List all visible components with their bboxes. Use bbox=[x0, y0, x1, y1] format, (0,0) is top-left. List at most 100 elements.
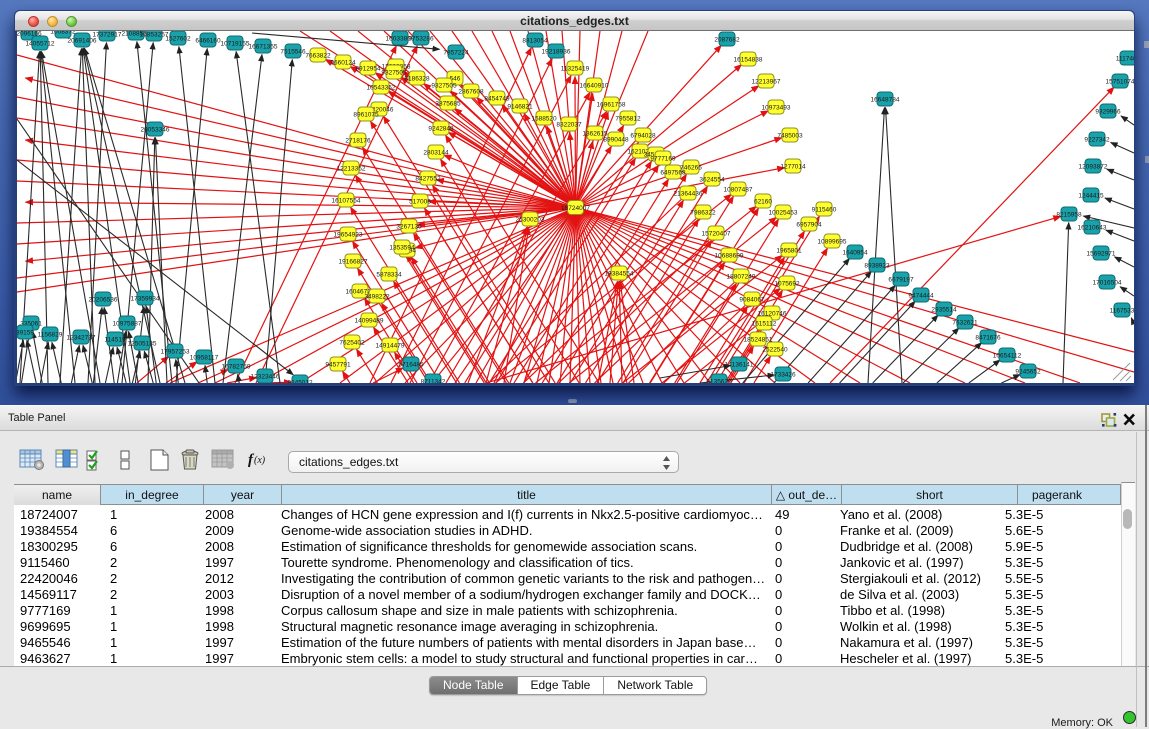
svg-text:2718176: 2718176 bbox=[345, 138, 371, 145]
svg-text:5878334: 5878334 bbox=[376, 272, 402, 279]
svg-text:20206536: 20206536 bbox=[89, 297, 118, 304]
svg-text:10688609: 10688609 bbox=[715, 253, 744, 260]
svg-text:6466160: 6466160 bbox=[195, 38, 221, 45]
svg-text:10543362: 10543362 bbox=[367, 85, 396, 92]
svg-text:7857224: 7857224 bbox=[443, 50, 469, 57]
svg-text:8961075: 8961075 bbox=[353, 112, 379, 119]
svg-text:8711342: 8711342 bbox=[421, 379, 446, 384]
svg-text:10973493: 10973493 bbox=[762, 105, 791, 112]
svg-text:9474444: 9474444 bbox=[908, 293, 934, 300]
svg-text:6679197: 6679197 bbox=[888, 277, 914, 284]
svg-text:2803144: 2803144 bbox=[423, 150, 449, 157]
svg-text:8912954: 8912954 bbox=[355, 66, 381, 73]
svg-text:1527602: 1527602 bbox=[165, 36, 191, 43]
svg-text:8427552: 8427552 bbox=[415, 176, 441, 183]
svg-text:14099489: 14099489 bbox=[355, 318, 384, 325]
svg-text:9146821: 9146821 bbox=[507, 104, 533, 111]
svg-text:7955812: 7955812 bbox=[615, 116, 641, 123]
svg-text:7663822: 7663822 bbox=[305, 53, 331, 60]
svg-text:12093872: 12093872 bbox=[1079, 164, 1108, 171]
svg-text:19218936: 19218936 bbox=[542, 49, 571, 56]
svg-text:16961758: 16961758 bbox=[597, 102, 626, 109]
svg-text:1167533: 1167533 bbox=[1110, 308, 1134, 315]
svg-text:16648784: 16648784 bbox=[871, 97, 900, 104]
svg-text:20053346: 20053346 bbox=[141, 127, 170, 134]
svg-text:9457791: 9457791 bbox=[325, 362, 351, 369]
svg-text:15751074: 15751074 bbox=[1106, 79, 1134, 86]
svg-text:16154838: 16154838 bbox=[734, 57, 763, 64]
svg-text:39159: 39159 bbox=[17, 330, 34, 337]
svg-text:114519: 114519 bbox=[104, 337, 126, 344]
svg-text:2087682: 2087682 bbox=[714, 37, 740, 44]
svg-text:21364436: 21364436 bbox=[674, 191, 703, 198]
svg-text:18807249: 18807249 bbox=[727, 274, 756, 281]
svg-text:14136141: 14136141 bbox=[725, 362, 754, 369]
svg-text:16210643: 16210643 bbox=[1078, 225, 1107, 232]
svg-text:8215958: 8215958 bbox=[1056, 212, 1082, 219]
svg-text:7485003: 7485003 bbox=[777, 133, 803, 140]
svg-text:10899695: 10899695 bbox=[818, 239, 847, 246]
svg-text:7632621: 7632621 bbox=[952, 320, 978, 327]
svg-text:3267130: 3267130 bbox=[396, 224, 422, 231]
svg-text:9115460: 9115460 bbox=[812, 207, 837, 214]
svg-text:10719155: 10719155 bbox=[221, 41, 250, 48]
svg-text:9242848: 9242848 bbox=[428, 126, 454, 133]
svg-text:9245012: 9245012 bbox=[287, 380, 313, 384]
svg-text:9329966: 9329966 bbox=[1095, 109, 1121, 116]
svg-text:8322037: 8322037 bbox=[556, 122, 582, 129]
svg-text:8938923: 8938923 bbox=[864, 263, 890, 270]
svg-text:15692971: 15692971 bbox=[1087, 251, 1116, 258]
svg-text:9135620: 9135620 bbox=[706, 379, 732, 384]
svg-text:7625402: 7625402 bbox=[339, 340, 365, 347]
svg-text:19384554: 19384554 bbox=[605, 271, 634, 278]
svg-text:9660124: 9660124 bbox=[330, 60, 356, 67]
svg-text:1117403: 1117403 bbox=[1116, 56, 1134, 63]
svg-text:9327505: 9327505 bbox=[381, 70, 407, 77]
svg-text:9753286: 9753286 bbox=[408, 36, 434, 43]
svg-text:11325419: 11325419 bbox=[561, 66, 590, 73]
svg-text:10975887: 10975887 bbox=[113, 321, 142, 328]
svg-text:2935514: 2935514 bbox=[931, 307, 957, 314]
svg-text:1277014: 1277014 bbox=[780, 164, 806, 171]
svg-text:1615112: 1615112 bbox=[752, 321, 777, 328]
svg-text:9084067: 9084067 bbox=[739, 297, 765, 304]
svg-text:9327505: 9327505 bbox=[431, 83, 457, 90]
svg-text:8471676: 8471676 bbox=[975, 335, 1001, 342]
svg-text:12342737: 12342737 bbox=[67, 335, 96, 342]
svg-text:17359934: 17359934 bbox=[131, 296, 160, 303]
svg-text:16107554: 16107554 bbox=[332, 198, 361, 205]
svg-text:9227342: 9227342 bbox=[1084, 137, 1110, 144]
svg-text:9777169: 9777169 bbox=[650, 156, 676, 163]
svg-text:2867608: 2867608 bbox=[458, 89, 484, 96]
svg-text:10654112: 10654112 bbox=[993, 353, 1022, 360]
svg-text:7986322: 7986322 bbox=[690, 210, 716, 217]
svg-text:16671355: 16671355 bbox=[249, 44, 278, 51]
svg-text:10025453: 10025453 bbox=[769, 210, 798, 217]
svg-text:6957904: 6957904 bbox=[796, 222, 822, 229]
svg-text:16782759: 16782759 bbox=[222, 364, 251, 371]
svg-text:1588520: 1588520 bbox=[531, 116, 557, 123]
svg-text:12505135: 12505135 bbox=[128, 341, 157, 348]
svg-text:7515546: 7515546 bbox=[280, 49, 306, 56]
svg-text:1353594: 1353594 bbox=[389, 245, 415, 252]
svg-text:3624554: 3624554 bbox=[699, 177, 725, 184]
svg-text:8186328: 8186328 bbox=[404, 76, 430, 83]
svg-text:1733426: 1733426 bbox=[770, 372, 796, 379]
svg-text:1244415: 1244415 bbox=[1078, 193, 1104, 200]
svg-text:12323446: 12323446 bbox=[251, 374, 280, 381]
svg-text:1156829: 1156829 bbox=[38, 332, 63, 339]
svg-text:1640954: 1640954 bbox=[842, 250, 868, 257]
svg-text:6497568: 6497568 bbox=[660, 170, 686, 177]
svg-text:17372917: 17372917 bbox=[93, 32, 122, 39]
svg-text:6794028: 6794028 bbox=[630, 133, 656, 140]
svg-text:1965801: 1965801 bbox=[776, 248, 802, 255]
svg-text:14055712: 14055712 bbox=[26, 41, 55, 48]
svg-text:16640910: 16640910 bbox=[580, 83, 609, 90]
svg-text:3498222: 3498222 bbox=[364, 294, 390, 301]
svg-text:19166827: 19166827 bbox=[339, 259, 368, 266]
svg-text:1008372: 1008372 bbox=[50, 31, 76, 36]
svg-text:8990448: 8990448 bbox=[603, 137, 629, 144]
svg-text:(x): (x) bbox=[254, 455, 266, 466]
svg-text:10807487: 10807487 bbox=[724, 187, 753, 194]
svg-text:8454749: 8454749 bbox=[484, 96, 510, 103]
